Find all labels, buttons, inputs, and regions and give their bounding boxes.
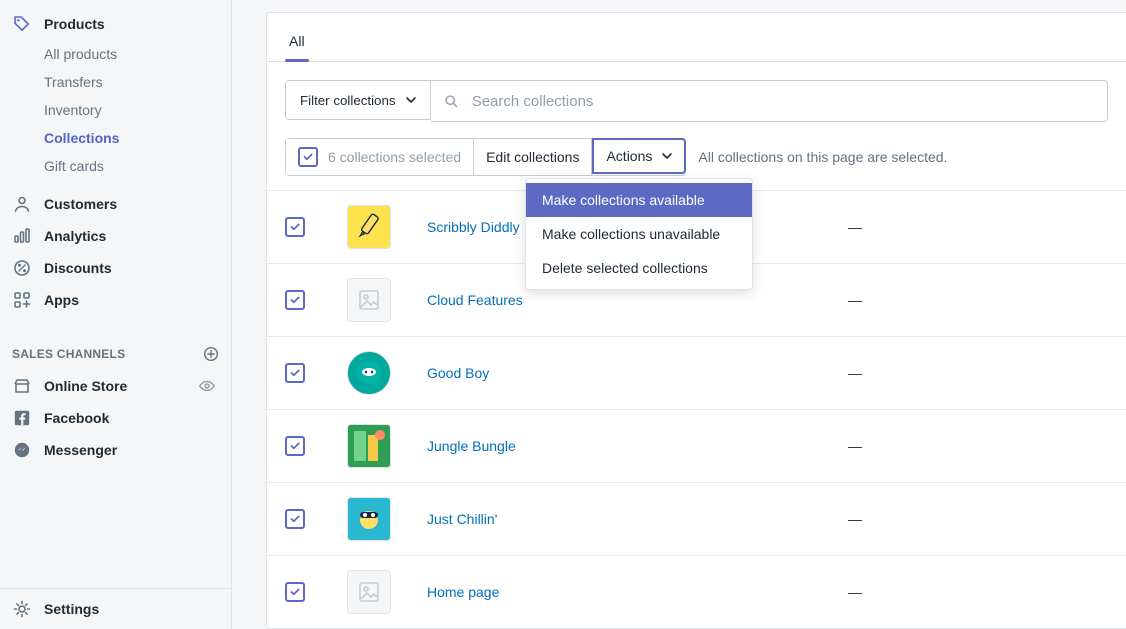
collection-thumbnail bbox=[347, 497, 391, 541]
row-checkbox[interactable] bbox=[285, 290, 305, 310]
collection-thumbnail bbox=[347, 351, 391, 395]
collection-link[interactable]: Good Boy bbox=[427, 365, 489, 381]
row-checkbox[interactable] bbox=[285, 217, 305, 237]
tab-all[interactable]: All bbox=[281, 19, 313, 61]
sidebar-item-analytics[interactable]: Analytics bbox=[0, 220, 231, 252]
caret-down-icon bbox=[406, 97, 416, 103]
customer-icon bbox=[12, 194, 32, 214]
sidebar-channel-facebook-label: Facebook bbox=[44, 410, 109, 426]
sidebar-channel-messenger[interactable]: Messenger bbox=[0, 434, 231, 466]
search-collections-field[interactable] bbox=[431, 80, 1108, 122]
row-checkbox[interactable] bbox=[285, 509, 305, 529]
row-checkbox[interactable] bbox=[285, 363, 305, 383]
caret-down-icon bbox=[662, 153, 672, 159]
sidebar-channel-online-store[interactable]: Online Store bbox=[0, 370, 231, 402]
collection-thumbnail bbox=[347, 424, 391, 468]
sidebar-sub-inventory[interactable]: Inventory bbox=[0, 96, 231, 124]
messenger-icon bbox=[12, 440, 32, 460]
sidebar-item-analytics-label: Analytics bbox=[44, 228, 106, 244]
actions-dropdown: Make collections available Make collecti… bbox=[525, 178, 753, 290]
sidebar-sub-collections[interactable]: Collections bbox=[0, 124, 231, 152]
sidebar-item-settings[interactable]: Settings bbox=[0, 589, 231, 629]
discounts-icon bbox=[12, 258, 32, 278]
dropdown-item-make-available[interactable]: Make collections available bbox=[526, 183, 752, 217]
sidebar-channel-messenger-label: Messenger bbox=[44, 442, 117, 458]
filter-search-row: Filter collections bbox=[267, 62, 1126, 138]
eye-icon[interactable] bbox=[197, 376, 217, 396]
collection-link[interactable]: Cloud Features bbox=[427, 292, 523, 308]
bulk-action-bar: 6 collections selected Edit collections … bbox=[267, 138, 1126, 190]
collection-conditions: — bbox=[830, 264, 1126, 337]
collection-link[interactable]: Home page bbox=[427, 584, 499, 600]
collection-conditions: — bbox=[830, 556, 1126, 629]
sidebar-item-apps[interactable]: Apps bbox=[0, 284, 231, 316]
sales-channels-heading-label: SALES CHANNELS bbox=[12, 347, 125, 361]
tabs: All bbox=[267, 13, 1126, 62]
search-icon bbox=[443, 92, 460, 110]
collection-conditions: — bbox=[830, 191, 1126, 264]
dropdown-item-make-unavailable[interactable]: Make collections unavailable bbox=[526, 217, 752, 251]
sidebar-item-discounts-label: Discounts bbox=[44, 260, 112, 276]
dropdown-item-delete[interactable]: Delete selected collections bbox=[526, 251, 752, 285]
collection-conditions: — bbox=[830, 410, 1126, 483]
collection-link[interactable]: Just Chillin' bbox=[427, 511, 497, 527]
checkbox-all[interactable] bbox=[298, 147, 318, 167]
collection-conditions: — bbox=[830, 337, 1126, 410]
table-row: Just Chillin' — bbox=[267, 483, 1126, 556]
sidebar-item-customers-label: Customers bbox=[44, 196, 117, 212]
table-row: Good Boy — bbox=[267, 337, 1126, 410]
analytics-icon bbox=[12, 226, 32, 246]
table-row: Jungle Bungle — bbox=[267, 410, 1126, 483]
collection-thumbnail bbox=[347, 205, 391, 249]
sidebar-item-discounts[interactable]: Discounts bbox=[0, 252, 231, 284]
sidebar-sub-gift-cards[interactable]: Gift cards bbox=[0, 152, 231, 180]
collection-link[interactable]: Jungle Bungle bbox=[427, 438, 516, 454]
apps-icon bbox=[12, 290, 32, 310]
sidebar-item-settings-label: Settings bbox=[44, 601, 99, 617]
row-checkbox[interactable] bbox=[285, 582, 305, 602]
table-row: Home page — bbox=[267, 556, 1126, 629]
store-icon bbox=[12, 376, 32, 396]
collection-thumbnail bbox=[347, 570, 391, 614]
sidebar-sub-transfers[interactable]: Transfers bbox=[0, 68, 231, 96]
edit-collections-button[interactable]: Edit collections bbox=[474, 139, 592, 175]
selection-count-button[interactable]: 6 collections selected bbox=[286, 139, 474, 175]
actions-button-label: Actions bbox=[606, 148, 652, 164]
tag-icon bbox=[12, 14, 32, 34]
sidebar-item-products-label: Products bbox=[44, 16, 105, 32]
sidebar-sub-all-products[interactable]: All products bbox=[0, 40, 231, 68]
filter-collections-label: Filter collections bbox=[300, 93, 396, 108]
search-input[interactable] bbox=[470, 92, 1095, 111]
sidebar-item-products[interactable]: Products bbox=[0, 8, 231, 40]
edit-collections-label: Edit collections bbox=[486, 149, 579, 165]
sales-channels-heading: SALES CHANNELS bbox=[0, 338, 231, 370]
collection-conditions: — bbox=[830, 483, 1126, 556]
row-checkbox[interactable] bbox=[285, 436, 305, 456]
facebook-icon bbox=[12, 408, 32, 428]
sidebar-channel-facebook[interactable]: Facebook bbox=[0, 402, 231, 434]
selection-count-label: 6 collections selected bbox=[328, 149, 461, 165]
sidebar-item-customers[interactable]: Customers bbox=[0, 188, 231, 220]
sidebar: Products All products Transfers Inventor… bbox=[0, 0, 232, 629]
add-channel-icon[interactable] bbox=[201, 344, 221, 364]
sidebar-channel-online-store-label: Online Store bbox=[44, 378, 127, 394]
selection-note: All collections on this page are selecte… bbox=[698, 149, 947, 165]
filter-collections-button[interactable]: Filter collections bbox=[285, 80, 431, 120]
gear-icon bbox=[12, 599, 32, 619]
sidebar-item-apps-label: Apps bbox=[44, 292, 79, 308]
collection-link[interactable]: Scribbly Diddly bbox=[427, 219, 520, 235]
collection-thumbnail bbox=[347, 278, 391, 322]
actions-button[interactable]: Actions bbox=[592, 138, 686, 174]
main-content: All Filter collections bbox=[232, 0, 1126, 629]
